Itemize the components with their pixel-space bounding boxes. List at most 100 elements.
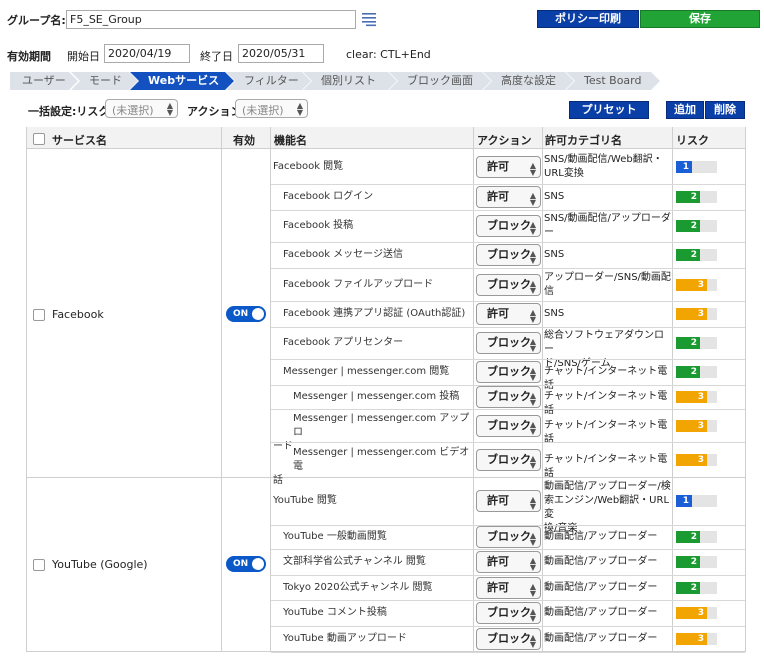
function-name: YouTube コメント投稿: [283, 606, 470, 620]
risk-bar: 2: [676, 337, 717, 349]
risk-bar: 2: [676, 531, 717, 543]
category-line: 動画配信/アップローダー: [544, 607, 658, 618]
bulk-action-label: アクション: [187, 105, 242, 118]
risk-bar: 3: [676, 419, 717, 432]
allowed-category: 動画配信/アップローダー: [544, 581, 672, 595]
row-divider: [271, 268, 745, 269]
function-name-line: Messenger | messenger.com 投稿: [293, 391, 460, 402]
risk-bar: 2: [676, 556, 717, 568]
select-arrows-icon: ▲ ▼: [529, 220, 536, 236]
function-name-line: Messenger | messenger.com アップロ: [293, 412, 470, 438]
function-name: 文部科学省公式チャンネル 閲覧: [283, 555, 470, 569]
allowed-category: 動画配信/アップローダー: [544, 530, 672, 544]
policy-print-button[interactable]: ポリシー印刷: [537, 10, 639, 28]
group-name-input[interactable]: [66, 10, 356, 29]
function-name: YouTube 動画アップロード: [283, 632, 470, 646]
row-divider: [271, 409, 745, 410]
select-arrows-icon: ▲ ▼: [529, 581, 536, 598]
column-divider: [221, 127, 222, 652]
action-select[interactable]: 許可 ▲ ▼: [476, 303, 541, 325]
tab-mode[interactable]: モード: [71, 72, 138, 90]
tab-filter[interactable]: フィルター: [226, 72, 311, 90]
risk-level: 2: [676, 337, 700, 349]
save-button[interactable]: 保存: [640, 10, 760, 28]
service-checkbox-facebook[interactable]: [33, 309, 45, 321]
list-icon[interactable]: [361, 11, 377, 27]
tab-advanced-settings[interactable]: 高度な設定: [483, 72, 574, 90]
enabled-toggle-youtube[interactable]: ON: [226, 556, 266, 572]
select-arrows-icon: ▲ ▼: [529, 366, 536, 382]
category-line: チャット/インターネット電話: [544, 391, 668, 416]
delete-button[interactable]: 削除: [705, 101, 745, 119]
row-divider: [271, 359, 745, 360]
risk-level: 3: [676, 633, 707, 645]
end-date-input[interactable]: [238, 44, 324, 63]
category-line: 信: [544, 285, 554, 297]
enabled-toggle-facebook[interactable]: ON: [226, 306, 266, 322]
action-select[interactable]: ブロック ▲ ▼: [476, 526, 541, 548]
action-select[interactable]: 許可 ▲ ▼: [476, 186, 541, 208]
tab-block-screen[interactable]: ブロック画面: [389, 72, 491, 90]
allowed-category: SNS/動画配信/アップローダー: [544, 212, 672, 240]
action-select[interactable]: 許可 ▲ ▼: [476, 551, 541, 573]
risk-level: 2: [676, 556, 700, 568]
select-arrows-icon: ▲ ▼: [529, 531, 536, 547]
add-button[interactable]: 追加: [666, 101, 704, 119]
action-select[interactable]: ブロック ▲ ▼: [476, 602, 541, 624]
action-select[interactable]: ブロック ▲ ▼: [476, 414, 541, 437]
action-select[interactable]: ブロック ▲ ▼: [476, 332, 541, 354]
risk-level: 3: [676, 391, 707, 403]
bulk-risk-label: 一括設定:リスク: [28, 105, 110, 118]
tab-web-services[interactable]: Webサービス: [130, 72, 234, 90]
function-name: Facebook アプリセンター: [283, 336, 470, 350]
risk-bar: 2: [676, 581, 717, 594]
action-select[interactable]: ブロック ▲ ▼: [476, 386, 541, 408]
action-value: ブロック: [487, 365, 531, 378]
action-select[interactable]: ブロック ▲ ▼: [476, 273, 541, 296]
service-name-youtube: YouTube (Google): [52, 558, 148, 571]
table-header: [27, 127, 745, 149]
function-name-line: Messenger | messenger.com ビデオ電: [293, 446, 470, 472]
tab-test-board[interactable]: Test Board: [566, 72, 660, 90]
risk-level: 2: [676, 249, 700, 261]
column-divider: [542, 127, 543, 652]
service-checkbox-youtube[interactable]: [33, 559, 45, 571]
category-line: URL変換: [544, 167, 584, 179]
risk-level: 2: [676, 191, 700, 203]
action-select[interactable]: 許可 ▲ ▼: [476, 490, 541, 512]
bulk-risk-select[interactable]: (未選択) ▲ ▼: [105, 99, 178, 118]
service-name-facebook: Facebook: [52, 308, 104, 321]
function-name: Messenger | messenger.com ビデオ電話: [273, 446, 470, 488]
function-name-line: Facebook アプリセンター: [283, 337, 404, 348]
allowed-category: SNS: [544, 248, 672, 262]
header-action: アクション: [477, 134, 532, 147]
tab-individual-list[interactable]: 個別リスト: [303, 72, 397, 90]
action-select[interactable]: 許可 ▲ ▼: [476, 576, 541, 599]
function-name-line: YouTube 一般動画閲覧: [283, 531, 387, 542]
category-line: SNS/動画配信/Web翻訳・: [544, 153, 663, 165]
action-value: 許可: [487, 190, 509, 203]
action-value: ブロック: [487, 336, 531, 349]
action-select[interactable]: 許可 ▲ ▼: [476, 155, 541, 178]
action-select[interactable]: ブロック ▲ ▼: [476, 244, 541, 266]
action-select[interactable]: ブロック ▲ ▼: [476, 361, 541, 383]
tab-users[interactable]: ユーザー: [10, 72, 78, 90]
risk-bar: 3: [676, 308, 717, 320]
risk-bar: 1: [676, 160, 717, 173]
action-select[interactable]: ブロック ▲ ▼: [476, 448, 541, 471]
function-name-line: 話: [273, 474, 283, 486]
preset-button[interactable]: プリセット: [569, 101, 649, 119]
function-name: Tokyo 2020公式チャンネル 閲覧: [283, 581, 470, 595]
category-line: SNS/動画配信/アップローダ: [544, 213, 671, 224]
function-name: Facebook メッセージ送信: [283, 248, 470, 262]
function-name: Facebook 閲覧: [273, 160, 470, 174]
bulk-action-select[interactable]: (未選択) ▲ ▼: [235, 99, 308, 118]
row-divider: [271, 600, 745, 601]
risk-bar: 3: [676, 278, 717, 291]
start-date-input[interactable]: [104, 44, 190, 63]
action-select[interactable]: ブロック ▲ ▼: [476, 215, 541, 237]
allowed-category: 動画配信/アップローダー: [544, 632, 672, 646]
function-name: Facebook 連携アプリ認証 (OAuth認証): [283, 307, 470, 321]
select-all-checkbox[interactable]: [33, 133, 45, 145]
action-select[interactable]: ブロック ▲ ▼: [476, 628, 541, 650]
